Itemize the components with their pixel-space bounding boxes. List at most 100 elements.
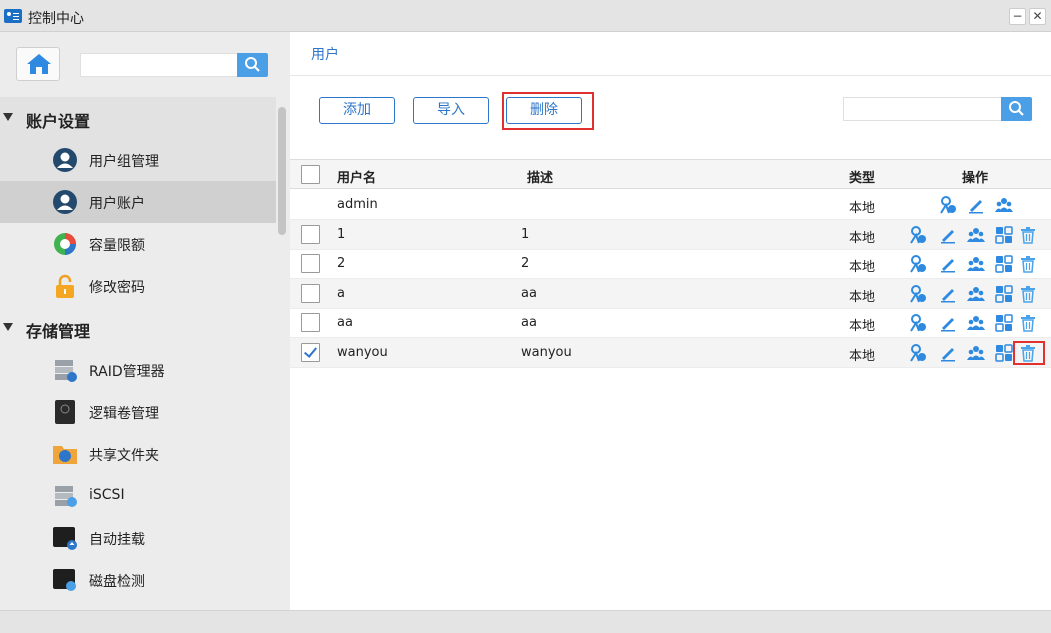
minimize-button[interactable]: − [1009,8,1026,25]
shared-folder-icon [53,446,77,464]
edit-pencil-icon[interactable] [939,285,957,303]
cell-type: 本地 [849,201,876,216]
user-permission-icon[interactable] [909,255,927,273]
title-bar: 控制中心 − ✕ [0,0,1051,32]
quota-pie-icon [54,233,76,255]
collapse-arrow-icon [3,113,13,121]
user-group-icon[interactable] [967,314,985,332]
close-button[interactable]: ✕ [1029,8,1046,25]
column-header-description[interactable]: 描述 [527,167,553,186]
padlock-icon [56,274,74,298]
edit-pencil-icon[interactable] [939,314,957,332]
iscsi-server-icon [55,486,77,507]
add-button[interactable]: 添加 [319,97,395,124]
row-checkbox[interactable] [301,224,320,244]
home-button[interactable] [16,47,60,81]
user-search-button[interactable] [1001,97,1032,121]
table-row[interactable]: a aa 本地 [290,278,1051,309]
app-grid-icon[interactable] [995,284,1013,303]
sidebar-search-field[interactable] [80,53,237,77]
column-header-type[interactable]: 类型 [849,167,875,186]
sidebar-item-logical-volume[interactable]: 逻辑卷管理 [0,391,276,433]
user-permission-icon[interactable] [939,196,957,214]
edit-pencil-icon[interactable] [939,255,957,273]
sidebar-item-quota[interactable]: 容量限额 [0,223,276,265]
trash-icon[interactable] [1019,314,1037,332]
app-grid-icon[interactable] [995,255,1013,273]
main-panel: 用户 添加 导入 删除 用户名 描述 类型 操作 admin 本地 1 1 本地 2 2 本地… [290,32,1051,610]
sidebar-item-label: 自动挂载 [89,532,145,548]
sidebar-item-label: 修改密码 [89,280,145,296]
table-row[interactable]: 2 2 本地 [290,249,1051,279]
cell-username: 1 [337,226,346,242]
app-grid-icon[interactable] [995,314,1013,332]
section-account-settings[interactable]: 账户设置 [0,97,276,139]
section-label: 存储管理 [26,322,91,341]
user-group-icon[interactable] [967,285,985,303]
status-bar [0,610,1051,633]
column-header-username[interactable]: 用户名 [337,167,376,186]
search-icon [245,57,260,72]
section-storage-management[interactable]: 存储管理 [0,307,276,349]
trash-icon[interactable] [1019,285,1037,303]
user-permission-icon[interactable] [909,284,927,303]
sidebar-item-raid[interactable]: RAID管理器 [0,349,276,391]
table-row[interactable]: aa aa 本地 [290,308,1051,338]
user-group-icon[interactable] [967,255,985,273]
edit-pencil-icon[interactable] [939,344,957,362]
cell-type: 本地 [849,289,876,305]
edit-pencil-icon[interactable] [939,226,957,244]
logical-volume-icon [55,400,75,424]
sidebar-item-user-group[interactable]: 用户组管理 [0,139,276,181]
row-checkbox[interactable] [301,342,320,362]
import-button[interactable]: 导入 [413,97,489,124]
section-label: 账户设置 [26,112,91,131]
user-group-icon[interactable] [967,344,985,362]
column-header-actions: 操作 [962,171,989,186]
select-all-checkbox[interactable] [301,165,320,184]
app-grid-icon[interactable] [995,343,1013,362]
cell-description: 1 [521,226,530,242]
sidebar-item-label: 逻辑卷管理 [89,406,159,422]
user-permission-icon[interactable] [909,314,927,332]
sidebar-search-button[interactable] [237,53,268,77]
cell-type: 本地 [849,230,876,246]
user-group-icon[interactable] [995,196,1013,214]
sidebar-search-input[interactable] [81,54,237,76]
table-header: 用户名 描述 类型 操作 [290,159,1051,189]
cell-username: admin [337,197,378,212]
sidebar: 账户设置 用户组管理 用户账户 容量限额 修改密码 存储管理 RAID管理器 逻… [0,32,290,610]
trash-icon[interactable] [1019,226,1037,244]
user-group-icon[interactable] [967,226,985,244]
delete-button[interactable]: 删除 [506,97,582,124]
sidebar-item-label: iSCSI [89,487,125,503]
table-row[interactable]: admin 本地 [290,190,1051,220]
table-row[interactable]: 1 1 本地 [290,219,1051,250]
sidebar-item-disk-check[interactable]: 磁盘检测 [0,559,276,601]
sidebar-item-user-account[interactable]: 用户账户 [0,181,276,223]
trash-icon[interactable] [1019,255,1037,273]
disk-check-icon [53,569,76,591]
collapse-arrow-icon [3,323,13,331]
app-grid-icon[interactable] [995,225,1013,244]
sidebar-item-shared-folder[interactable]: 共享文件夹 [0,433,276,475]
sidebar-item-auto-mount[interactable]: 自动挂载 [0,517,276,559]
user-permission-icon[interactable] [909,343,927,362]
cell-description: aa [521,285,537,301]
edit-pencil-icon[interactable] [967,196,985,214]
table-row[interactable]: wanyou wanyou 本地 [290,337,1051,368]
sidebar-item-change-password[interactable]: 修改密码 [0,265,276,307]
raid-server-icon [55,360,77,382]
user-permission-icon[interactable] [909,225,927,244]
sidebar-item-label: 容量限额 [89,238,145,254]
sidebar-item-iscsi[interactable]: iSCSI [0,475,276,517]
breadcrumb[interactable]: 用户 [311,44,339,64]
user-search-field[interactable] [843,97,1001,121]
row-checkbox[interactable] [301,313,320,332]
cell-username: aa [337,315,353,330]
row-checkbox[interactable] [301,254,320,273]
divider [290,75,1051,76]
row-checkbox[interactable] [301,283,320,303]
user-search-input[interactable] [844,98,1001,120]
sidebar-scrollbar[interactable] [278,107,286,235]
